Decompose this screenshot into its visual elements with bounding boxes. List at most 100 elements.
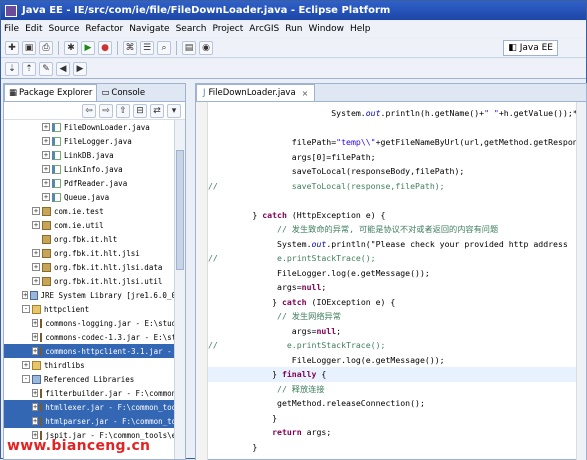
tree-item[interactable]: + com.ie.util [4, 218, 185, 232]
jar-icon [40, 332, 43, 342]
tree-item[interactable]: - Referenced Libraries [4, 372, 185, 386]
close-tab-icon[interactable]: × [302, 89, 309, 98]
link-editor-icon[interactable]: ⇄ [150, 103, 164, 118]
tree-item-label: org.fbk.it.hlt.jlsi.data [54, 262, 163, 272]
tree-item[interactable]: + commons-httpclient-3.1.jar - E:\stu [4, 344, 185, 358]
expand-toggle-icon[interactable]: + [42, 137, 50, 145]
expand-toggle-icon[interactable]: + [42, 123, 50, 131]
tree-item[interactable]: + commons-codec-1.3.jar - E:\study\pr [4, 330, 185, 344]
open-task-icon[interactable]: ☰ [140, 40, 154, 55]
tree-item[interactable]: + org.fbk.it.hlt.jlsi [4, 246, 185, 260]
menu-arcgis[interactable]: ArcGIS [246, 24, 282, 34]
tree-item[interactable]: + PdfReader.java [4, 176, 185, 190]
tab-filedownloader-java[interactable]: J FileDownLoader.java × [196, 84, 316, 101]
tree-item-label: PdfReader.java [64, 178, 128, 188]
perspective-switcher[interactable]: ◧ Java EE [503, 40, 558, 56]
tree-item[interactable]: + thirdlibs [4, 358, 185, 372]
next-annotation-icon[interactable]: ⇣ [5, 61, 19, 76]
tree-item-label: LinkDB.java [64, 150, 114, 160]
menu-navigate[interactable]: Navigate [126, 24, 172, 34]
expand-toggle-icon[interactable]: + [32, 263, 40, 271]
menu-refactor[interactable]: Refactor [82, 24, 126, 34]
expand-toggle-icon[interactable]: + [32, 417, 39, 425]
menu-source[interactable]: Source [46, 24, 83, 34]
expand-toggle-icon[interactable]: + [32, 319, 39, 327]
expand-toggle-icon[interactable]: + [32, 333, 39, 341]
code-editor: J FileDownLoader.java × System.out.print… [195, 83, 587, 460]
tree-item[interactable]: + LinkDB.java [4, 148, 185, 162]
open-type-icon[interactable]: ⌘ [123, 40, 137, 55]
tree-item[interactable]: + com.ie.test [4, 204, 185, 218]
tree-item-label: FileLogger.java [64, 136, 132, 146]
tree-item[interactable]: + filterbuilder.jar - F:\common_tools [4, 386, 185, 400]
tree-item[interactable]: + LinkInfo.java [4, 162, 185, 176]
tree-item[interactable]: + JRE System Library [jre1.6.0_05] [4, 288, 185, 302]
new-icon[interactable]: ✚ [5, 40, 19, 55]
expand-toggle-icon[interactable]: - [22, 375, 30, 383]
view-menu-icon[interactable]: ▾ [167, 103, 181, 118]
server-icon[interactable]: ▤ [182, 40, 196, 55]
tree-item[interactable]: + Queue.java [4, 190, 185, 204]
tree-item[interactable]: + FileDownLoader.java [4, 120, 185, 134]
expand-toggle-icon[interactable]: + [42, 193, 50, 201]
tree-item[interactable]: + htmlparser.jar - F:\common_tools\ec [4, 414, 185, 428]
expand-toggle-icon[interactable]: + [32, 277, 40, 285]
expand-toggle-icon[interactable]: + [22, 291, 29, 299]
tree-item[interactable]: + org.fbk.it.hlt.jlsi.util [4, 274, 185, 288]
last-edit-icon[interactable]: ✎ [39, 61, 53, 76]
external-tools-icon[interactable]: ● [98, 40, 112, 55]
tree-item[interactable]: + htmllexer.jar - F:\common_tools\ec [4, 400, 185, 414]
globe-icon[interactable]: ◉ [199, 40, 213, 55]
menu-help[interactable]: Help [347, 24, 374, 34]
menu-run[interactable]: Run [282, 24, 305, 34]
expand-toggle-icon[interactable]: + [32, 389, 39, 397]
pkg-icon [42, 220, 51, 230]
tree-item[interactable]: - httpclient [4, 302, 185, 316]
collapse-all-icon[interactable]: ⊟ [133, 103, 147, 118]
tree-scrollbar[interactable] [174, 120, 185, 459]
back-nav-icon[interactable]: ⇦ [82, 103, 96, 118]
menu-project[interactable]: Project [209, 24, 246, 34]
menu-file[interactable]: File [1, 24, 22, 34]
eclipse-window: Java EE - IE/src/com/ie/file/FileDownLoa… [0, 0, 587, 460]
fold-icon [32, 304, 41, 314]
debug-icon[interactable]: ✱ [64, 40, 78, 55]
tab-console[interactable]: ▭ Console [97, 84, 149, 101]
expand-toggle-icon[interactable]: + [42, 179, 50, 187]
project-tree: + FileDownLoader.java + FileLogger.java + Lin… [4, 120, 185, 459]
expand-toggle-icon[interactable]: + [32, 221, 40, 229]
code-line: // 发生网络异常 [208, 311, 341, 321]
back-icon[interactable]: ◀ [56, 61, 70, 76]
expand-toggle-icon[interactable]: + [32, 347, 39, 355]
expand-toggle-icon[interactable]: + [32, 403, 39, 411]
forward-icon[interactable]: ▶ [73, 61, 87, 76]
tab-package-explorer[interactable]: ▦ Package Explorer [4, 84, 98, 101]
code-line: // e.printStackTrace(); [208, 340, 386, 350]
tree-item[interactable]: + FileLogger.java [4, 134, 185, 148]
tree-item[interactable]: + commons-logging.jar - E:\study\proj [4, 316, 185, 330]
forward-nav-icon[interactable]: ⇨ [99, 103, 113, 118]
menu-window[interactable]: Window [306, 24, 348, 34]
prev-annotation-icon[interactable]: ⇡ [22, 61, 36, 76]
expand-toggle-icon[interactable]: + [32, 249, 40, 257]
run-icon[interactable]: ▶ [81, 40, 95, 55]
expand-toggle-icon[interactable]: + [32, 207, 40, 215]
overview-ruler[interactable] [576, 102, 586, 460]
print-icon[interactable]: ⎙ [39, 40, 53, 55]
expand-toggle-icon[interactable]: - [22, 305, 30, 313]
tree-item[interactable]: + org.fbk.it.hlt.jlsi.data [4, 260, 185, 274]
java-icon [52, 192, 61, 202]
save-icon[interactable]: ▣ [22, 40, 36, 55]
expand-toggle-icon[interactable]: + [42, 151, 50, 159]
up-icon[interactable]: ⇧ [116, 103, 130, 118]
expand-toggle-icon[interactable]: + [42, 165, 50, 173]
expand-toggle-icon[interactable]: + [22, 361, 30, 369]
code-area[interactable]: System.out.println(h.getName()+" "+h.get… [208, 106, 576, 460]
menu-edit[interactable]: Edit [22, 24, 45, 34]
menu-search[interactable]: Search [173, 24, 210, 34]
tree-item[interactable]: org.fbk.it.hlt [4, 232, 185, 246]
search-icon[interactable]: ⌕ [157, 40, 171, 55]
code-line: return args; [272, 427, 332, 437]
perspective-label: Java EE [519, 43, 553, 53]
